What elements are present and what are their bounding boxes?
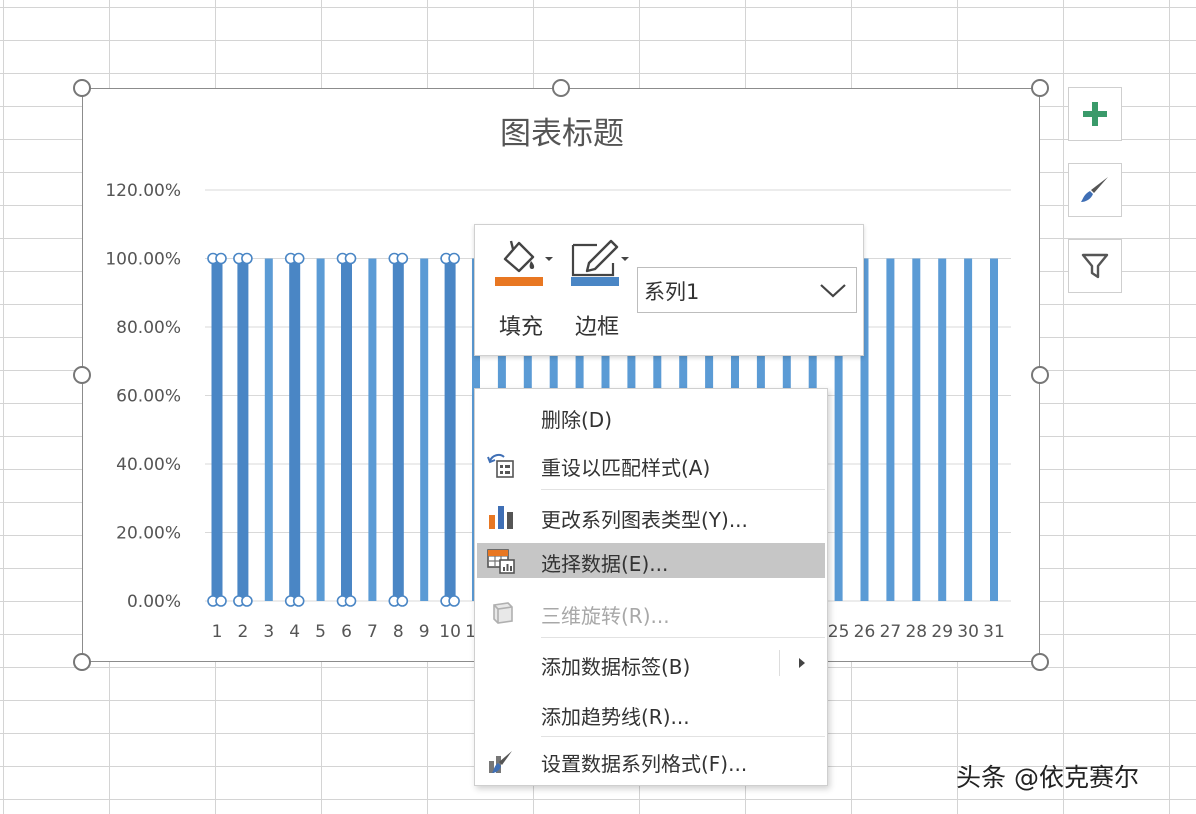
x-tick-label: 26 bbox=[854, 622, 876, 642]
resize-handle-right[interactable] bbox=[1031, 366, 1049, 384]
resize-handle-bottom-right[interactable] bbox=[1031, 653, 1049, 671]
x-tick-label: 2 bbox=[237, 622, 248, 642]
x-tick-label: 8 bbox=[393, 622, 404, 642]
menu-item-add-trendline[interactable]: 添加趋势线(R)... bbox=[477, 696, 825, 731]
x-tick-label: 7 bbox=[367, 622, 378, 642]
bar-chart-icon bbox=[489, 506, 513, 529]
selection-marker bbox=[396, 252, 409, 265]
bar bbox=[392, 258, 404, 601]
filter-icon bbox=[1081, 253, 1109, 279]
selection-marker bbox=[448, 595, 460, 607]
menu-item-reset-style[interactable]: 重设以匹配样式(A) bbox=[477, 447, 825, 482]
chart-elements-button[interactable] bbox=[1068, 87, 1122, 141]
bar bbox=[938, 258, 947, 601]
x-tick-label: 29 bbox=[931, 622, 953, 642]
border-label: 边框 bbox=[574, 315, 619, 340]
selection-marker bbox=[448, 252, 460, 265]
selection-marker bbox=[241, 252, 253, 265]
resize-handle-top-right[interactable] bbox=[1031, 79, 1049, 97]
x-tick-label: 27 bbox=[880, 622, 902, 642]
x-tick-label: 4 bbox=[289, 622, 300, 642]
y-tick-label: 60.00% bbox=[116, 387, 181, 407]
x-tick-label: 10 bbox=[439, 622, 461, 642]
border-dropdown-arrow-icon bbox=[621, 257, 629, 261]
menu-item-change-series-chart-type[interactable]: 更改系列图表类型(Y)... bbox=[477, 499, 825, 534]
bar bbox=[368, 258, 377, 601]
select-data-icon bbox=[487, 549, 515, 574]
bar bbox=[289, 258, 301, 601]
y-tick-label: 0.00% bbox=[127, 592, 181, 612]
border-color-swatch bbox=[571, 277, 619, 286]
selection-marker bbox=[344, 252, 357, 265]
selection-marker bbox=[215, 252, 227, 265]
x-tick-label: 5 bbox=[315, 622, 326, 642]
resize-handle-top[interactable] bbox=[552, 79, 570, 97]
plus-icon bbox=[1083, 102, 1107, 126]
x-tick-label: 3 bbox=[263, 622, 274, 642]
format-mini-toolbar: 填充 边框 系列1 bbox=[474, 224, 864, 356]
selection-marker bbox=[292, 595, 305, 607]
fill-button[interactable]: 填充 bbox=[487, 235, 555, 347]
bar bbox=[912, 258, 921, 601]
paint-bucket-icon bbox=[495, 240, 553, 286]
selection-marker bbox=[396, 595, 409, 607]
menu-separator bbox=[541, 489, 825, 490]
bar bbox=[264, 258, 273, 601]
brush-icon bbox=[1081, 177, 1108, 202]
fill-color-swatch bbox=[495, 277, 543, 286]
format-series-icon bbox=[489, 751, 512, 773]
resize-handle-top-left[interactable] bbox=[73, 79, 91, 97]
chart-title: 图表标题 bbox=[500, 116, 624, 152]
bar bbox=[211, 258, 223, 601]
x-tick-label: 1 bbox=[212, 622, 223, 642]
menu-item-add-data-labels[interactable]: 添加数据标签(B) bbox=[477, 646, 825, 681]
bar bbox=[990, 258, 998, 601]
y-tick-label: 100.00% bbox=[105, 250, 181, 270]
bar bbox=[316, 258, 325, 601]
menu-item-3d-rotation: 三维旋转(R)... bbox=[477, 595, 825, 630]
series-dropdown-value: 系列1 bbox=[644, 280, 700, 304]
bar bbox=[444, 258, 456, 601]
x-tick-label: 6 bbox=[341, 622, 352, 642]
x-tick-label: 25 bbox=[828, 622, 850, 642]
series-dropdown[interactable]: 系列1 bbox=[637, 267, 857, 313]
resize-handle-left[interactable] bbox=[73, 366, 91, 384]
y-tick-label: 80.00% bbox=[116, 318, 181, 338]
selection-marker bbox=[292, 252, 305, 265]
selection-marker bbox=[344, 595, 357, 607]
bar bbox=[964, 258, 973, 601]
submenu-divider bbox=[779, 650, 780, 676]
chart-styles-button[interactable] bbox=[1068, 163, 1122, 217]
bar bbox=[420, 258, 429, 601]
y-tick-label: 20.00% bbox=[116, 524, 181, 544]
x-tick-label: 30 bbox=[957, 622, 979, 642]
x-tick-label: 28 bbox=[905, 622, 927, 642]
border-button[interactable]: 边框 bbox=[563, 235, 631, 347]
chevron-down-icon bbox=[820, 284, 846, 298]
bar bbox=[237, 258, 249, 601]
context-menu: 删除(D) 重设以匹配样式(A) 更改系列图表类型(Y)... 选择数据(E).… bbox=[474, 388, 828, 786]
y-tick-label: 40.00% bbox=[116, 455, 181, 475]
bar bbox=[341, 258, 352, 601]
resize-handle-bottom-left[interactable] bbox=[73, 653, 91, 671]
menu-item-delete[interactable]: 删除(D) bbox=[477, 399, 825, 434]
selection-marker bbox=[241, 595, 253, 607]
fill-dropdown-arrow-icon bbox=[545, 257, 553, 261]
menu-item-select-data[interactable]: 选择数据(E)... bbox=[477, 543, 825, 578]
reset-style-icon bbox=[487, 453, 514, 478]
menu-item-format-data-series[interactable]: 设置数据系列格式(F)... bbox=[477, 743, 825, 778]
watermark: 头条 @依克赛尔 bbox=[956, 763, 1139, 792]
chart-filters-button[interactable] bbox=[1068, 239, 1122, 293]
x-tick-label: 31 bbox=[983, 622, 1005, 642]
y-tick-label: 120.00% bbox=[105, 181, 181, 201]
menu-separator bbox=[541, 736, 825, 737]
cube-icon bbox=[493, 602, 513, 624]
menu-separator bbox=[541, 637, 825, 638]
fill-label: 填充 bbox=[498, 315, 543, 340]
selection-marker bbox=[215, 595, 227, 607]
pen-icon bbox=[571, 239, 629, 286]
submenu-arrow-icon bbox=[799, 658, 805, 668]
bar bbox=[886, 258, 895, 601]
x-tick-label: 9 bbox=[419, 622, 430, 642]
